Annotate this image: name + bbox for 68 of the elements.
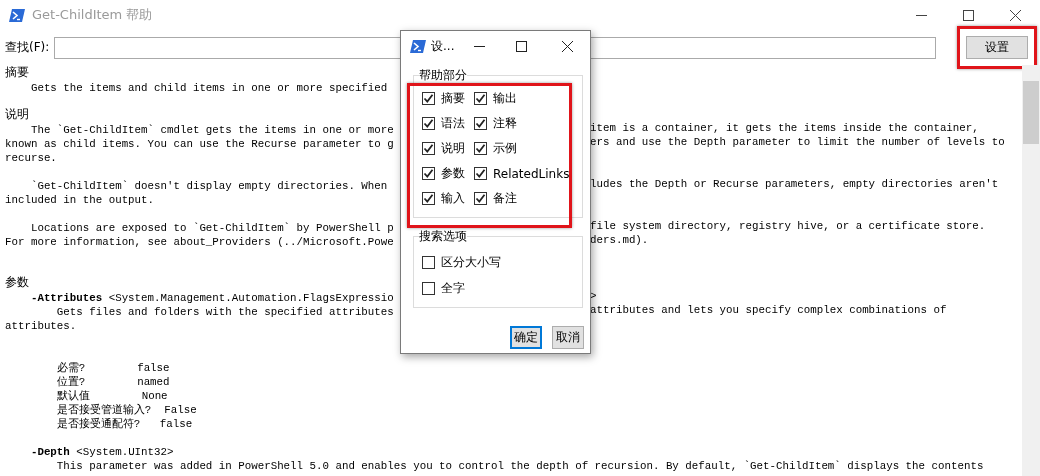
checkbox-label[interactable]: 区分大小写 (441, 254, 501, 271)
scrollbar[interactable] (1022, 65, 1040, 476)
help-text-line: ludes the Depth or Recurse parameters, empty directories aren't (590, 177, 999, 191)
checkbox[interactable] (474, 192, 487, 205)
section-heading: 参数 (5, 275, 29, 289)
settings-button[interactable]: 设置 (966, 36, 1028, 59)
help-text-line: The `Get-ChildItem` cmdlet gets the items in one or more (29, 124, 394, 136)
scrollbar-thumb[interactable] (1023, 81, 1039, 144)
checkbox[interactable] (474, 117, 487, 130)
help-text-line: attributes and lets you specify complex combinations of (590, 303, 947, 317)
checkbox[interactable] (422, 256, 435, 269)
app-icon (410, 39, 426, 53)
checkbox[interactable] (422, 117, 435, 130)
help-text-line: -Attributes <System.Management.Automation.FlagsExpressio (29, 292, 394, 304)
help-text-line: ders.md). (590, 233, 649, 247)
dialog-button[interactable]: 取消 (552, 326, 584, 349)
close-icon[interactable] (561, 40, 573, 52)
help-text-line: 位置? named (55, 376, 170, 388)
help-text-line: Gets the items and child items in one or more specified (29, 82, 388, 94)
help-text-line: 必需? false (55, 362, 170, 374)
checkbox-label[interactable]: 示例 (493, 140, 517, 157)
checkbox-label[interactable]: 备注 (493, 190, 517, 207)
checkbox[interactable] (422, 167, 435, 180)
checkbox[interactable] (422, 282, 435, 295)
section-heading: 说明 (5, 107, 29, 121)
checkbox-label[interactable]: 参数 (441, 165, 465, 182)
section-heading: 摘要 (5, 65, 29, 79)
help-text-line: Gets files and folders with the specified attributes (55, 306, 394, 318)
checkbox[interactable] (474, 167, 487, 180)
checkbox[interactable] (422, 92, 435, 105)
help-text-line: file system directory, registry hive, or a certificate store. (590, 219, 986, 233)
checkbox-label[interactable]: 注释 (493, 115, 517, 132)
help-text-line: recurse. (5, 152, 57, 164)
dialog-title: 设... (431, 37, 455, 55)
dialog-button[interactable]: 确定 (510, 326, 542, 349)
close-icon[interactable] (1010, 9, 1021, 21)
help-text-line: ers and use the Depth parameter to limit the number of levels to (590, 135, 1005, 149)
help-text-line: 是否接受通配符? false (55, 418, 193, 430)
help-text-line: attributes. (5, 320, 77, 332)
checkbox-label[interactable]: 输入 (441, 190, 465, 207)
help-text-line: included in the output. (5, 194, 155, 206)
help-text-line: `Get-ChildItem` doesn't display empty directories. When (29, 180, 388, 192)
help-text-line: item is a container, it gets the items inside the container, (590, 121, 979, 135)
group-title: 帮助部分 (419, 67, 467, 84)
help-text-line: Locations are exposed to `Get-ChildItem` by PowerShell p (29, 222, 394, 234)
find-label: 查找(F): (5, 39, 50, 56)
checkbox-label[interactable]: 摘要 (441, 90, 465, 107)
app-icon (9, 8, 25, 22)
help-text-line: This parameter was added in PowerShell 5.0 and enables you to control the depth of recursion. By default, `Get-ChildItem` displays the contents (55, 460, 984, 472)
help-text-line: For more information, see about_Providers (../Microsoft.Powe (5, 236, 394, 248)
maximize-icon[interactable] (515, 40, 527, 52)
checkbox[interactable] (474, 142, 487, 155)
checkbox-label[interactable]: RelatedLinks (493, 166, 570, 181)
help-text-line: -Depth <System.UInt32> (29, 446, 174, 458)
group-title: 搜索选项 (419, 228, 467, 245)
checkbox[interactable] (474, 92, 487, 105)
help-text-line: known as child items. You can use the Recurse parameter to g (5, 138, 394, 150)
help-text-line: 默认值 None (55, 390, 168, 402)
help-text-line: 是否接受管道输入? False (55, 404, 197, 416)
checkbox-label[interactable]: 全字 (441, 280, 465, 297)
window-title: Get-ChildItem 帮助 (32, 6, 154, 24)
help-text-line: > (590, 289, 597, 303)
checkbox-label[interactable]: 语法 (441, 115, 465, 132)
checkbox[interactable] (422, 142, 435, 155)
checkbox[interactable] (422, 192, 435, 205)
checkbox-label[interactable]: 输出 (493, 90, 517, 107)
maximize-icon[interactable] (963, 9, 974, 21)
checkbox-label[interactable]: 说明 (441, 140, 465, 157)
